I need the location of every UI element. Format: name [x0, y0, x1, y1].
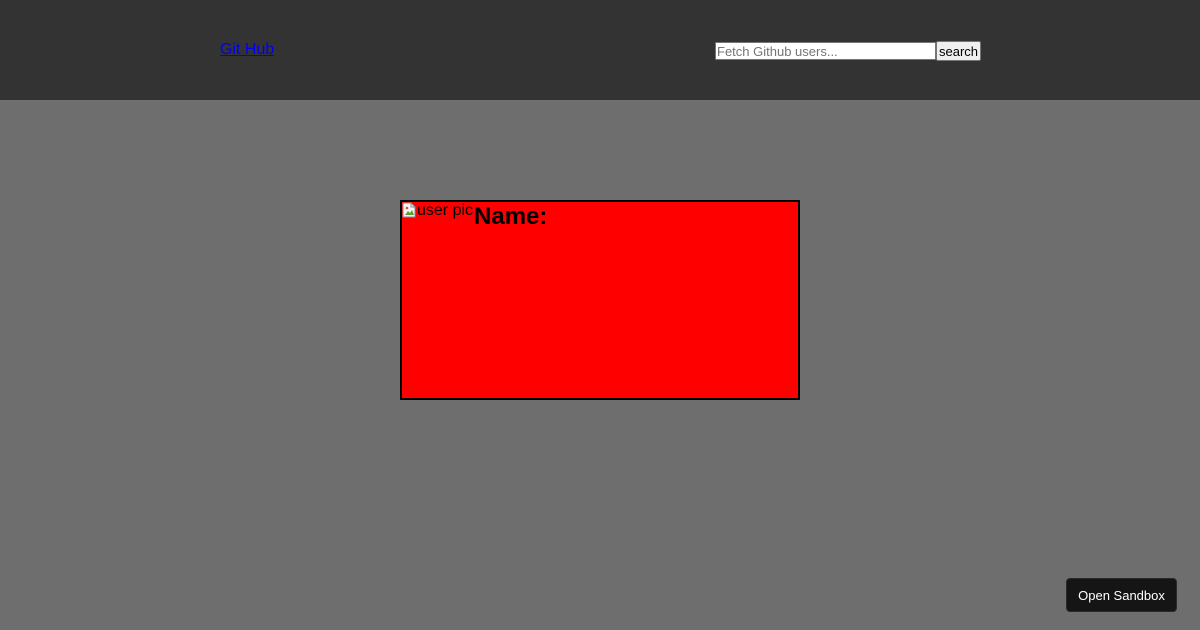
- header-bar: Git Hub search: [0, 0, 1200, 100]
- search-form: search: [715, 41, 982, 61]
- search-input[interactable]: [715, 42, 936, 60]
- user-card: user pic Name:: [400, 200, 800, 400]
- user-name-label: Name:: [474, 203, 548, 230]
- search-button[interactable]: search: [936, 41, 982, 61]
- user-pic-alt-text: user pic: [417, 202, 474, 219]
- brand-link[interactable]: Git Hub: [220, 41, 274, 59]
- broken-image-icon: [402, 202, 416, 218]
- open-sandbox-button[interactable]: Open Sandbox: [1066, 578, 1177, 612]
- user-pic: user pic: [402, 202, 473, 222]
